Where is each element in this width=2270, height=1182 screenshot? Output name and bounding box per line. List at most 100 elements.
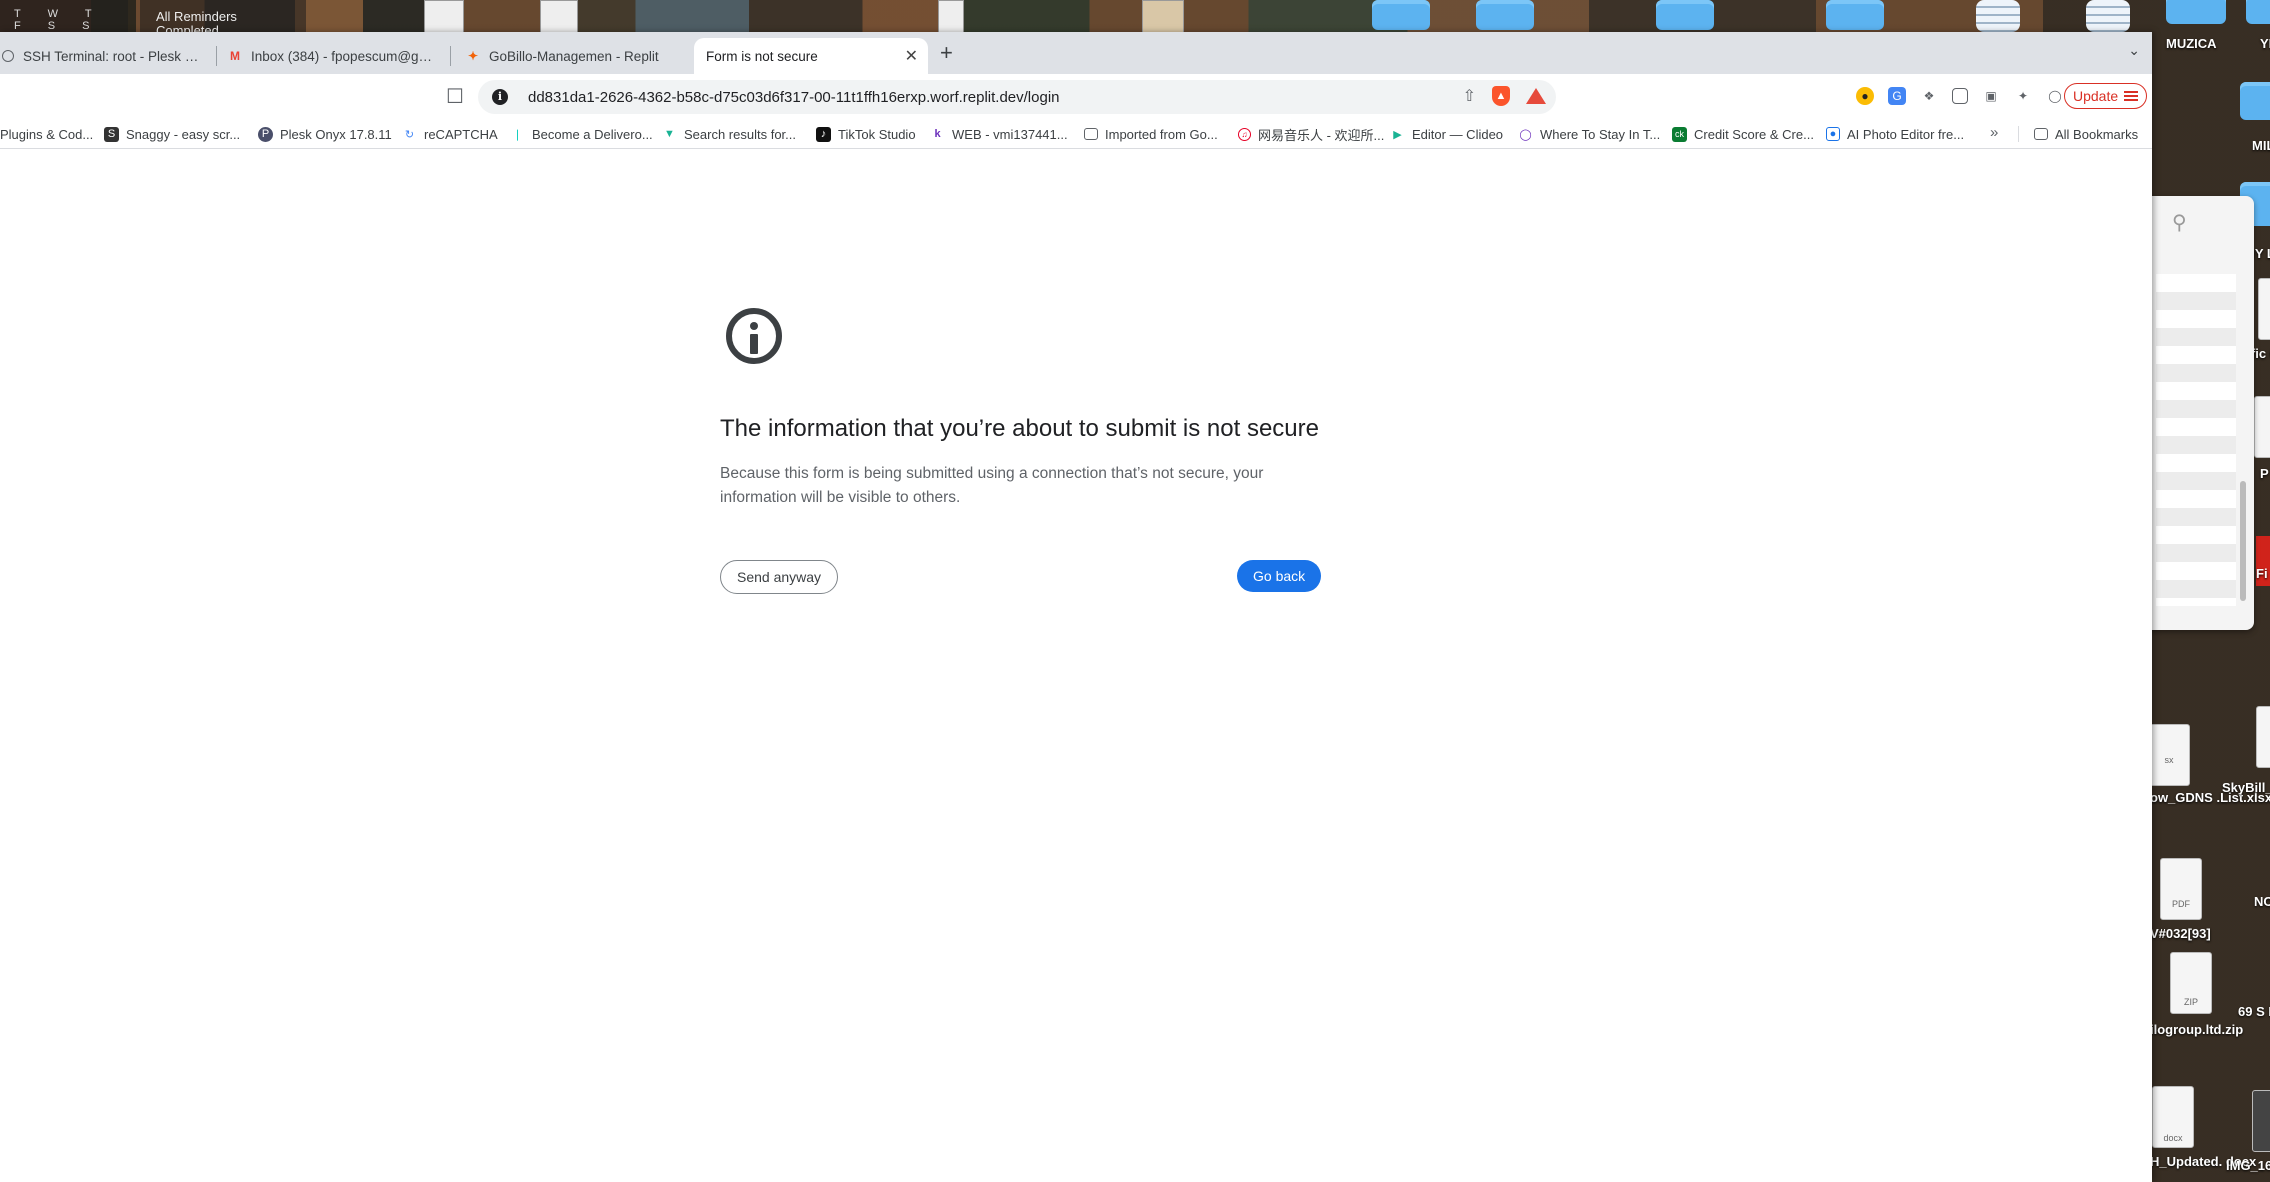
file-icon[interactable] <box>2258 278 2270 340</box>
bookmark-item[interactable]: Plugins & Cod... <box>0 124 93 144</box>
bookmark-item[interactable]: Imported from Go... <box>1084 124 1218 144</box>
search-icon[interactable]: ⚲ <box>2172 210 2187 235</box>
all-bookmarks[interactable]: All Bookmarks <box>2034 124 2138 144</box>
send-anyway-button[interactable]: Send anyway <box>720 560 839 594</box>
folder-icon <box>1084 128 1098 140</box>
bookmark-item[interactable]: S Snaggy - easy scr... <box>104 124 240 144</box>
all-bookmarks-label: All Bookmarks <box>2055 126 2139 142</box>
tab-title: SSH Terminal: root - Plesk Obsidi <box>23 48 202 64</box>
pdf-badge: PDF <box>2172 899 2190 909</box>
brave-rewards-icon[interactable] <box>1526 88 1546 104</box>
share-icon[interactable]: ⇧ <box>1463 86 1476 106</box>
sparkle-icon[interactable]: ✦ <box>2014 87 2032 105</box>
desktop-thumbnail[interactable] <box>424 0 464 34</box>
bookmark-item[interactable]: ◯ Where To Stay In T... <box>1518 124 1660 144</box>
folder-icon[interactable] <box>2246 0 2270 24</box>
bookmark-item[interactable]: ● AI Photo Editor fre... <box>1826 124 1964 144</box>
site-info-icon[interactable]: i <box>492 89 508 105</box>
update-label: Update <box>2073 88 2119 104</box>
folder-icon[interactable] <box>1656 0 1714 30</box>
extension-icon[interactable]: ● <box>1856 87 1874 105</box>
zip-file-icon[interactable]: ZIP <box>2170 952 2212 1014</box>
folder-icon[interactable] <box>1476 0 1534 30</box>
docx-file-icon[interactable]: docx <box>2152 1086 2194 1148</box>
finder-list <box>2156 274 2236 606</box>
disk-icon[interactable] <box>2086 0 2130 32</box>
desktop-thumbnail[interactable] <box>1142 0 1184 34</box>
clideo-icon: ▶ <box>1393 128 1402 141</box>
xlsx-badge: sx <box>2164 755 2174 765</box>
chevron-right-icon[interactable]: » <box>1990 124 1998 141</box>
deliveroo-icon: ❘ <box>512 128 523 141</box>
tab-ssh-terminal[interactable]: SSH Terminal: root - Plesk Obsidi <box>0 38 212 74</box>
chevron-down-icon[interactable]: ⌄ <box>2128 42 2140 59</box>
file-icon[interactable] <box>2256 706 2270 768</box>
bookmark-label: Where To Stay In T... <box>1540 126 1661 142</box>
tab-gmail-inbox[interactable]: M Inbox (384) - fpopescum@gmail. <box>218 38 444 74</box>
brave-shield-icon[interactable]: ▲ <box>1492 86 1510 106</box>
new-tab-plus-icon[interactable]: + <box>940 40 953 66</box>
sidebar-icon[interactable] <box>1952 88 1968 104</box>
desktop-thumbnail[interactable] <box>938 0 964 34</box>
tiktok-icon: ♪ <box>816 126 831 142</box>
plesk-icon: P <box>258 126 273 142</box>
address-bar-actions: ⇧ ▲ <box>1463 86 1546 106</box>
bookmark-item[interactable]: ▶ Editor — Clideo <box>1390 124 1503 144</box>
tab-form-not-secure[interactable]: Form is not secure ✕ <box>694 38 928 74</box>
folder-icon[interactable] <box>2166 0 2226 24</box>
folder-icon <box>2034 128 2048 140</box>
address-bar[interactable]: i dd831da1-2626-4362-b58c-d75c03d6f317-0… <box>478 80 1556 114</box>
image-file-icon[interactable] <box>2252 1090 2270 1152</box>
bookmark-item[interactable]: ▼ Search results for... <box>662 124 796 144</box>
desktop-file-label: V#032[93] <box>2150 926 2211 941</box>
desktop-file-label: SkyBill_ 20 <box>2222 780 2270 795</box>
folder-icon[interactable] <box>1826 0 1884 30</box>
url-text[interactable]: dd831da1-2626-4362-b58c-d75c03d6f317-00-… <box>528 89 1060 106</box>
wallet-icon[interactable]: ▣ <box>1982 87 2000 105</box>
bookmark-icon[interactable]: ☐ <box>446 84 464 109</box>
bookmark-label: TikTok Studio <box>838 126 916 142</box>
close-icon[interactable]: ✕ <box>897 46 918 66</box>
bookmark-item[interactable]: ↻ reCAPTCHA <box>402 124 498 144</box>
disk-icon[interactable] <box>1976 0 2020 32</box>
tab-title: GoBillo-Managemen - Replit <box>489 48 659 64</box>
bookmark-label: Plugins & Cod... <box>0 126 94 142</box>
desktop-folder-label: MILO GRO <box>2252 138 2270 153</box>
puzzle-icon[interactable]: ❖ <box>1920 87 1938 105</box>
desktop-folder-label: YI <box>2260 36 2270 51</box>
creditkarma-icon: ck <box>1672 126 1687 142</box>
desktop-file-label: IMG_16 <box>2226 1158 2270 1173</box>
replit-icon: ✦ <box>467 49 479 63</box>
tab-title: Form is not secure <box>706 48 818 64</box>
desktop-thumbnail[interactable] <box>540 0 578 34</box>
folder-icon[interactable] <box>1372 0 1430 30</box>
file-icon[interactable] <box>2254 396 2270 458</box>
info-icon-dot <box>750 322 758 330</box>
netease-icon: ♫ <box>1238 127 1251 141</box>
info-icon <box>726 308 782 364</box>
scrollbar[interactable] <box>2240 481 2246 601</box>
update-button[interactable]: Update <box>2064 83 2148 109</box>
bookmark-label: AI Photo Editor fre... <box>1847 126 1965 142</box>
folder-icon[interactable] <box>2240 82 2270 120</box>
gmail-icon: M <box>230 49 240 63</box>
bookmark-item[interactable]: ♪ TikTok Studio <box>816 124 916 144</box>
bookmark-label: WEB - vmi137441... <box>952 126 1068 142</box>
xlsx-file-icon[interactable]: sx <box>2148 724 2190 786</box>
zip-badge: ZIP <box>2183 997 2198 1007</box>
reminders-widget[interactable]: All Reminders Completed <box>140 0 306 38</box>
docx-badge: docx <box>2163 1133 2183 1143</box>
bookmark-item[interactable]: k WEB - vmi137441... <box>930 124 1068 144</box>
calendar-widget: T W T F S S <box>0 0 128 32</box>
bookmark-item[interactable]: P Plesk Onyx 17.8.11 <box>258 124 392 144</box>
pdf-file-icon[interactable]: PDF <box>2160 858 2202 920</box>
photo-editor-icon: ● <box>1826 127 1840 141</box>
bookmark-item[interactable]: ck Credit Score & Cre... <box>1672 124 1814 144</box>
go-back-button[interactable]: Go back <box>1237 560 1322 592</box>
vpn-icon[interactable]: ◯ <box>2046 87 2064 105</box>
bookmark-item[interactable]: ❘ Become a Delivero... <box>510 124 653 144</box>
bookmark-item[interactable]: ♫ 网易音乐人 - 欢迎所... <box>1238 124 1384 144</box>
bookmark-label: Imported from Go... <box>1105 126 1218 142</box>
translate-icon[interactable]: G <box>1888 87 1906 105</box>
tab-replit[interactable]: ✦ GoBillo-Managemen - Replit <box>456 38 682 74</box>
